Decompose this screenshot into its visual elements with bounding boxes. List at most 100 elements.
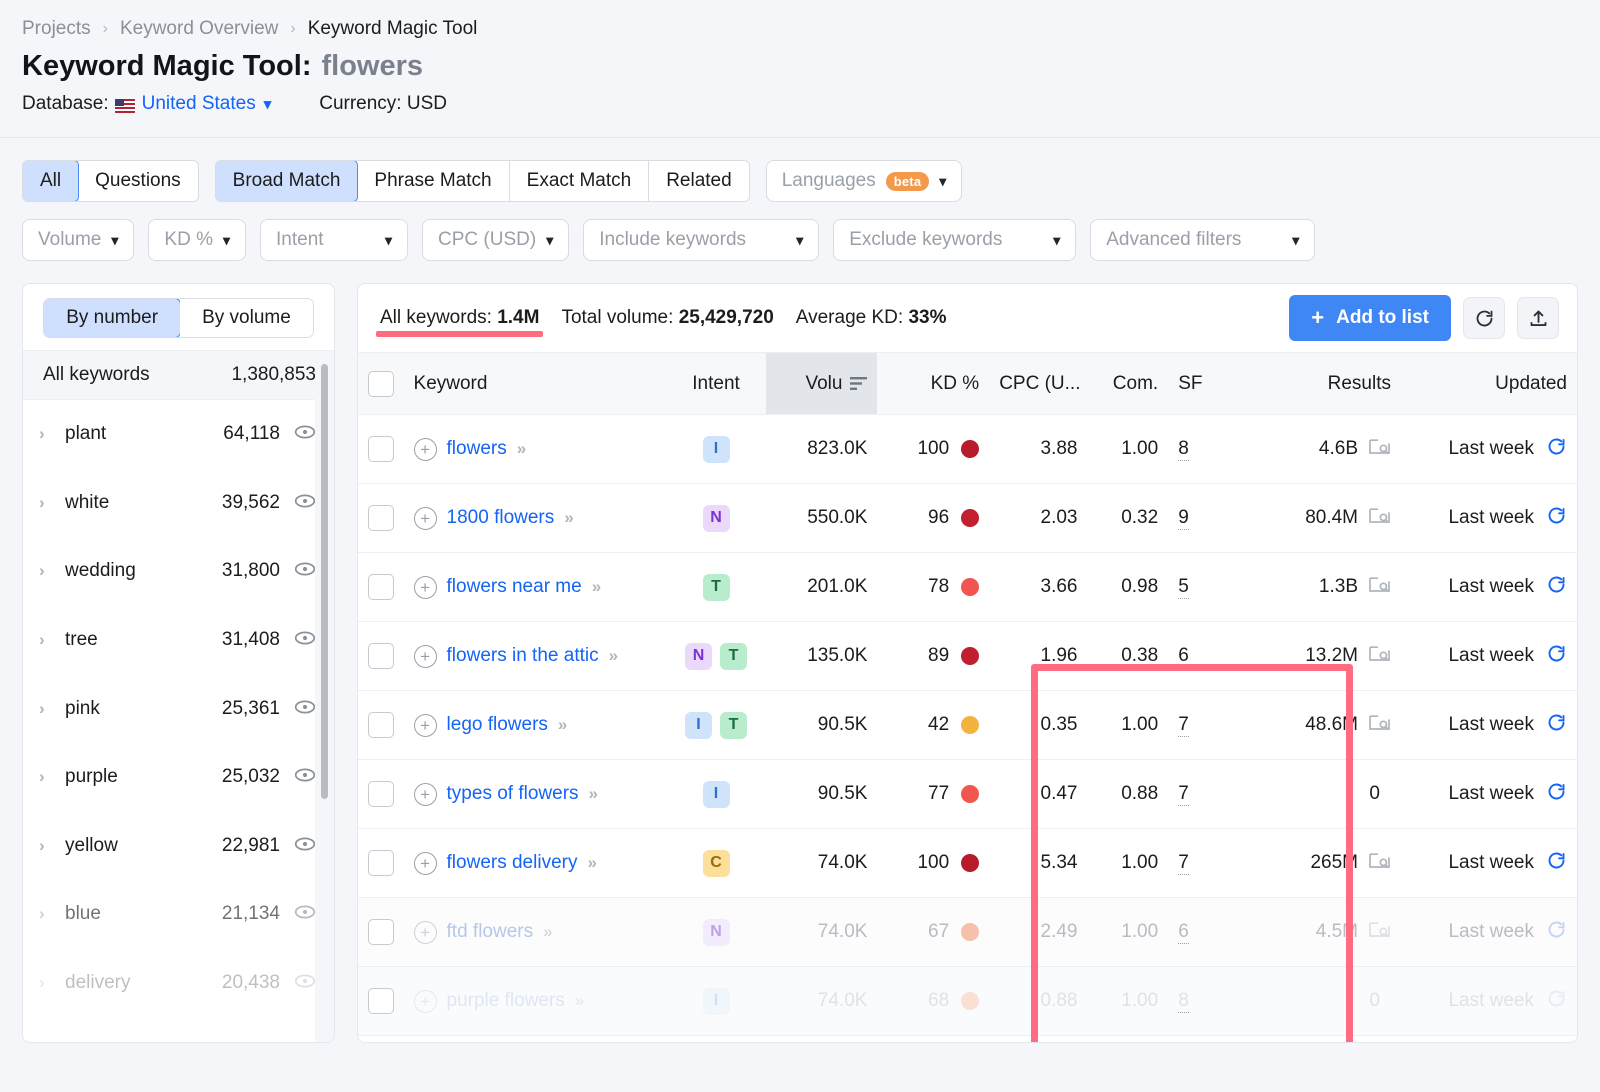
intent-badge-i[interactable]: I <box>702 987 730 1015</box>
col-sf[interactable]: SF <box>1168 352 1226 415</box>
serp-preview-icon[interactable] <box>1369 506 1391 531</box>
select-all-checkbox[interactable] <box>368 370 394 397</box>
add-keyword-icon[interactable]: + <box>413 644 437 668</box>
serp-preview-icon[interactable] <box>1369 713 1391 738</box>
filter-cpc[interactable]: CPC (USD) ▾ <box>422 219 570 261</box>
refresh-icon[interactable] <box>1546 505 1567 532</box>
eye-icon[interactable] <box>294 835 316 857</box>
row-checkbox[interactable] <box>368 850 394 876</box>
chevron-right-icon[interactable]: › <box>39 424 65 444</box>
double-chevron-icon[interactable]: » <box>543 922 553 942</box>
col-cpc[interactable]: CPC (U... <box>989 352 1088 415</box>
eye-icon[interactable] <box>294 423 316 445</box>
add-keyword-icon[interactable]: + <box>413 575 437 599</box>
refresh-icon[interactable] <box>1546 574 1567 601</box>
sidebar-group-purple[interactable]: › purple 25,032 <box>23 742 334 812</box>
refresh-icon[interactable] <box>1546 436 1567 463</box>
tab-exact-match[interactable]: Exact Match <box>509 161 650 201</box>
chevron-right-icon[interactable]: › <box>39 904 65 924</box>
double-chevron-icon[interactable]: » <box>589 784 599 804</box>
add-keyword-icon[interactable]: + <box>413 506 437 530</box>
intent-badge-t[interactable]: T <box>702 573 730 601</box>
chevron-right-icon[interactable]: › <box>39 561 65 581</box>
table-row[interactable]: + flowers delivery » C 74.0K 100 5.34 1.00 7 265M… <box>358 828 1577 898</box>
eye-icon[interactable] <box>294 972 316 994</box>
serp-preview-icon[interactable] <box>1369 920 1391 945</box>
sf-value[interactable]: 6 <box>1178 921 1189 944</box>
intent-badge-n[interactable]: N <box>685 642 713 670</box>
add-keyword-icon[interactable]: + <box>413 989 437 1013</box>
sf-value[interactable]: 9 <box>1178 507 1189 530</box>
table-row[interactable]: + lego flowers» I T 90.5K 42 0.35 1.00 7 48.6M Las… <box>358 690 1577 760</box>
col-results[interactable]: Results <box>1225 352 1401 415</box>
eye-icon[interactable] <box>294 903 316 925</box>
serp-preview-icon[interactable] <box>1369 644 1391 669</box>
eye-icon[interactable] <box>294 560 316 582</box>
double-chevron-icon[interactable]: » <box>592 577 602 597</box>
tab-phrase-match[interactable]: Phrase Match <box>357 161 510 201</box>
breadcrumb-item-projects[interactable]: Projects <box>22 18 91 40</box>
database-selector[interactable]: United States <box>142 93 256 115</box>
double-chevron-icon[interactable]: » <box>564 508 574 528</box>
refresh-icon[interactable] <box>1546 781 1567 808</box>
filter-intent[interactable]: Intent ▾ <box>260 219 409 261</box>
row-checkbox[interactable] <box>368 505 394 531</box>
col-updated[interactable]: Updated <box>1401 352 1577 415</box>
row-checkbox[interactable] <box>368 574 394 600</box>
chevron-right-icon[interactable]: › <box>39 630 65 650</box>
col-kd[interactable]: KD % <box>877 352 990 415</box>
export-button[interactable] <box>1517 297 1559 339</box>
intent-badge-t[interactable]: T <box>720 642 748 670</box>
add-keyword-icon[interactable]: + <box>413 437 437 461</box>
double-chevron-icon[interactable]: » <box>575 991 585 1011</box>
keyword-link[interactable]: purple flowers <box>447 990 565 1012</box>
sidebar-group-plant[interactable]: › plant 64,118 <box>23 400 334 469</box>
sf-value[interactable]: 6 <box>1178 645 1189 668</box>
intent-badge-i[interactable]: I <box>702 780 730 808</box>
intent-badge-i[interactable]: I <box>702 435 730 463</box>
table-row[interactable]: +1800 flowers » N 550.0K 96 2.03 0.32 9 80.4M Las… <box>358 483 1577 553</box>
serp-preview-icon[interactable] <box>1369 851 1391 876</box>
col-keyword[interactable]: Keyword <box>403 352 667 415</box>
keyword-link[interactable]: types of flowers <box>447 783 579 805</box>
filter-advanced[interactable]: Advanced filters ▾ <box>1090 219 1316 261</box>
refresh-icon[interactable] <box>1546 988 1567 1015</box>
keyword-link[interactable]: lego flowers <box>447 714 548 736</box>
add-keyword-icon[interactable]: + <box>413 782 437 806</box>
refresh-button[interactable] <box>1463 297 1505 339</box>
table-row[interactable]: + purple flowers » I 74.0K 68 0.88 1.00 8 0 Last w… <box>358 966 1577 1036</box>
keyword-link[interactable]: 1800 flowers <box>447 507 555 529</box>
sidebar-all-keywords-row[interactable]: All keywords 1,380,853 <box>23 350 334 400</box>
double-chevron-icon[interactable]: » <box>587 853 597 873</box>
col-intent[interactable]: Intent <box>666 352 766 415</box>
tab-related[interactable]: Related <box>649 161 749 201</box>
tab-broad-match[interactable]: Broad Match <box>215 161 359 201</box>
sidebar-group-blue[interactable]: › blue 21,134 <box>23 880 334 949</box>
chevron-down-icon[interactable]: ▾ <box>264 95 272 113</box>
chevron-right-icon[interactable]: › <box>39 767 65 787</box>
sf-value[interactable]: 8 <box>1178 438 1189 461</box>
row-checkbox[interactable] <box>368 643 394 669</box>
col-com[interactable]: Com. <box>1087 352 1169 415</box>
double-chevron-icon[interactable]: » <box>517 439 527 459</box>
serp-preview-icon[interactable] <box>1369 575 1391 600</box>
col-volume[interactable]: Volu <box>765 352 878 415</box>
sidebar-group-delivery[interactable]: › delivery 20,438 <box>23 948 334 1018</box>
refresh-icon[interactable] <box>1546 643 1567 670</box>
add-keyword-icon[interactable]: + <box>413 713 437 737</box>
sf-value[interactable]: 7 <box>1178 852 1189 875</box>
eye-icon[interactable] <box>294 629 316 651</box>
sidebar-scrollbar-thumb[interactable] <box>321 364 328 799</box>
table-row[interactable]: + flowers near me » T 201.0K 78 3.66 0.98 5 1.3B L… <box>358 552 1577 622</box>
sidebar-group-white[interactable]: › white 39,562 <box>23 468 334 538</box>
serp-preview-icon[interactable] <box>1369 437 1391 462</box>
keyword-link[interactable]: flowers near me <box>447 576 582 598</box>
filter-exclude-keywords[interactable]: Exclude keywords ▾ <box>833 219 1077 261</box>
add-keyword-icon[interactable]: + <box>413 851 437 875</box>
row-checkbox[interactable] <box>368 436 394 462</box>
add-keyword-icon[interactable]: + <box>413 920 437 944</box>
keyword-link[interactable]: flowers <box>447 438 507 460</box>
chevron-right-icon[interactable]: › <box>39 973 65 993</box>
sidebar-group-tree[interactable]: › tree 31,408 <box>23 605 334 675</box>
refresh-icon[interactable] <box>1546 850 1567 877</box>
